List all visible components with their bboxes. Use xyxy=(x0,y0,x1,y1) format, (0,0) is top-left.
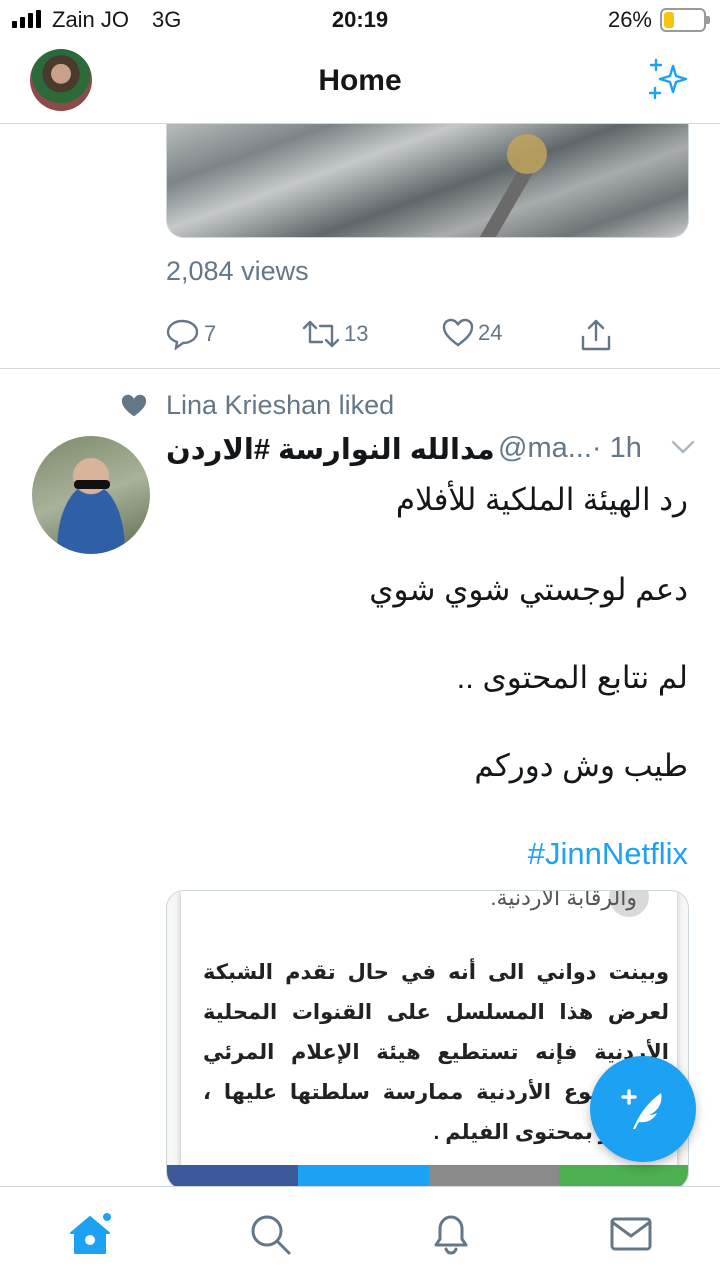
like-count: 24 xyxy=(478,320,503,345)
video-thumbnail[interactable] xyxy=(166,124,689,238)
share-icon xyxy=(581,319,611,351)
sparkle-icon[interactable] xyxy=(646,58,692,104)
share-button[interactable] xyxy=(580,318,612,352)
author-avatar[interactable] xyxy=(32,436,150,554)
heart-icon xyxy=(442,318,474,347)
timeline-feed[interactable]: 2,084 views 7 13 24 Lina Krieshan liked … xyxy=(0,124,720,1186)
author-handle: @ma... xyxy=(498,432,592,464)
chevron-down-icon[interactable] xyxy=(670,438,696,456)
tweet-time: · 1h xyxy=(591,432,642,464)
social-context[interactable]: Lina Krieshan liked xyxy=(120,390,394,421)
nav-header: Home xyxy=(0,40,720,124)
article-cut-line: والرقابة الأردنية. xyxy=(490,890,637,910)
share-strip xyxy=(167,1165,688,1186)
status-bar: Zain JO 3G 20:19 26% xyxy=(0,0,720,40)
bottom-tab-bar xyxy=(0,1186,720,1280)
messages-mail-icon[interactable] xyxy=(608,1211,654,1257)
compose-tweet-button[interactable] xyxy=(590,1056,696,1162)
home-icon[interactable] xyxy=(67,1211,113,1257)
page-title: Home xyxy=(318,64,402,97)
view-count: 2,084 views xyxy=(166,256,309,286)
reply-count: 7 xyxy=(204,321,217,346)
social-context-text: Lina Krieshan liked xyxy=(166,390,395,420)
tweet-header: مدالله النوارسة #الاردن @ma...· 1h xyxy=(166,432,696,472)
tweet-text-line: دعم لوجستي شوي شوي xyxy=(369,572,688,607)
retweet-button[interactable]: 13 xyxy=(302,318,368,350)
tweet-text-line: لم نتابع المحتوى .. xyxy=(456,660,688,695)
compose-feather-icon xyxy=(621,1089,662,1129)
notifications-bell-icon[interactable] xyxy=(428,1211,474,1257)
hashtag-link[interactable]: #JinnNetflix xyxy=(528,836,688,872)
like-button[interactable]: 24 xyxy=(442,318,502,348)
battery-percentage: 26% xyxy=(607,7,652,32)
tweet-text-line: طيب وش دوركم xyxy=(474,748,688,783)
tweet-divider xyxy=(0,368,720,369)
retweet-icon xyxy=(302,320,340,348)
battery-icon xyxy=(660,8,710,32)
heart-filled-icon xyxy=(121,394,147,416)
tweet-text-line: رد الهيئة الملكية للأفلام xyxy=(395,482,688,517)
reply-button[interactable]: 7 xyxy=(166,318,216,350)
search-icon[interactable] xyxy=(247,1211,293,1257)
author-handle-time: @ma...· 1h xyxy=(498,432,642,465)
author-name[interactable]: مدالله النوارسة #الاردن xyxy=(166,432,495,467)
retweet-count: 13 xyxy=(344,321,369,346)
tweet-actions: 7 13 24 xyxy=(166,318,626,352)
reply-icon xyxy=(166,319,199,350)
